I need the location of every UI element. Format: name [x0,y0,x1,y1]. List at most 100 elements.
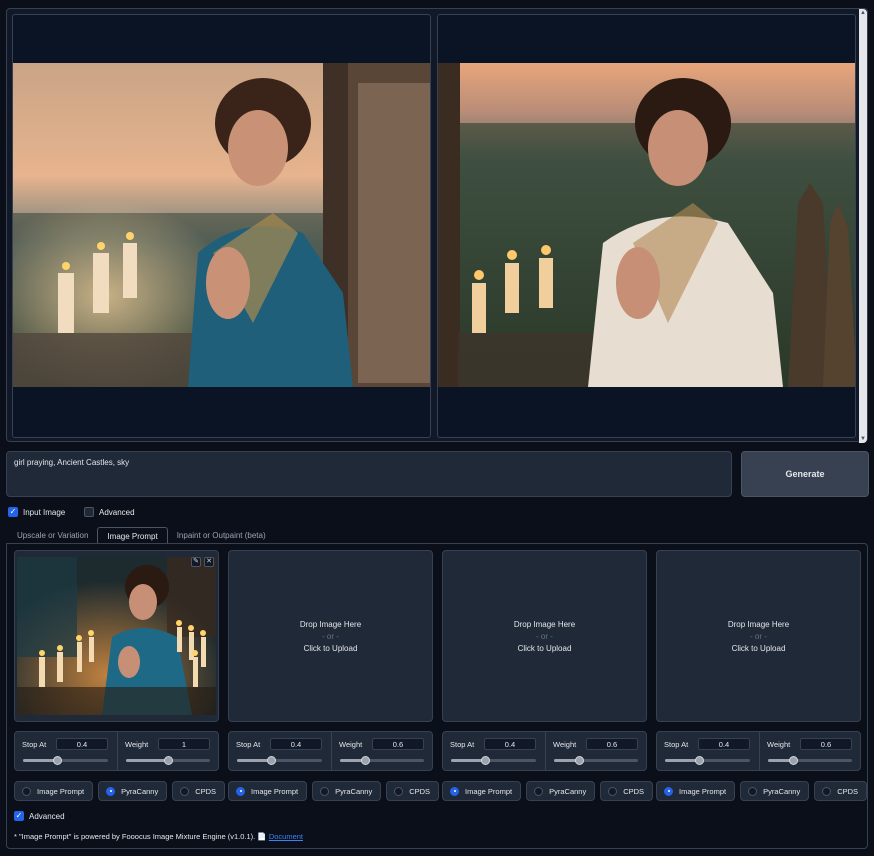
radio-dot[interactable] [534,786,544,796]
weight-slider-thumb[interactable] [164,756,173,765]
radio-image-prompt[interactable]: Image Prompt [442,781,522,801]
radio-pyracanny[interactable]: PyraCanny [740,781,810,801]
stop-at-slider[interactable] [665,756,750,765]
radio-image-prompt[interactable]: Image Prompt [228,781,308,801]
weight-slider[interactable] [340,756,424,765]
radio-dot[interactable] [106,786,116,796]
image-prompt-sliders-1: Stop At 0.4 Weight 1 [14,731,219,771]
tab-upscale-or-variation[interactable]: Upscale or Variation [8,527,97,544]
or-text: - or - [750,631,767,641]
weight-slider[interactable] [126,756,210,765]
gallery-image-2[interactable] [438,63,855,387]
weight-slider-thumb[interactable] [575,756,585,765]
gallery-image-1[interactable] [13,63,430,387]
radio-label: Image Prompt [37,786,85,796]
drop-image-text: Drop Image Here [727,619,790,629]
radio-cpds[interactable]: CPDS [386,781,440,801]
image-prompt-upload-2[interactable]: Drop Image Here - or - Click to Upload [228,550,433,722]
edit-icon[interactable]: ✎ [191,557,201,567]
tab-inpaint-or-outpaint[interactable]: Inpaint or Outpaint (beta) [168,527,275,544]
weight-slider-thumb[interactable] [789,756,799,765]
radio-cpds[interactable]: CPDS [814,781,868,801]
radio-image-prompt[interactable]: Image Prompt [14,781,94,801]
image-prompt-upload-1[interactable]: ✎ ✕ [14,550,219,722]
scroll-down-icon[interactable]: ▼ [860,436,866,442]
stop-at-slider[interactable] [23,756,108,765]
radio-pyracanny[interactable]: PyraCanny [98,781,168,801]
radio-label: Image Prompt [251,786,299,796]
drop-image-text: Drop Image Here [513,619,576,629]
stop-at-label: Stop At [236,740,261,749]
type-radio-group-2: Image Prompt PyraCanny CPDS [228,781,440,801]
stop-at-value[interactable]: 0.4 [484,738,536,750]
radio-dot[interactable] [748,786,758,796]
radio-pyracanny[interactable]: PyraCanny [526,781,596,801]
radio-dot[interactable] [236,786,245,796]
weight-label: Weight [767,740,791,749]
weight-value[interactable]: 0.6 [372,738,424,750]
stop-at-slider[interactable] [451,756,536,765]
radio-cpds[interactable]: CPDS [172,781,226,801]
stop-at-slider[interactable] [237,756,322,765]
type-radio-group-4: Image Prompt PyraCanny CPDS [656,781,868,801]
gallery-scrollbar[interactable]: ▲ ▼ [859,9,867,443]
close-icon[interactable]: ✕ [204,557,214,567]
stop-at-value[interactable]: 0.4 [56,738,108,750]
radio-label: PyraCanny [121,786,159,796]
weight-label: Weight [339,740,363,749]
prompt-input[interactable]: girl praying, Ancient Castles, sky [6,451,732,497]
advanced-image-prompt-checkbox[interactable]: ✓ [14,811,24,821]
advanced-option[interactable]: Advanced [84,506,135,518]
radio-dot[interactable] [822,786,832,796]
radio-dot[interactable] [664,786,673,796]
weight-value[interactable]: 1 [158,738,210,750]
image-prompt-thumbnail-1 [17,557,216,715]
drop-image-text: Drop Image Here [299,619,362,629]
advanced-checkbox[interactable] [84,507,94,517]
image-prompt-sliders-3: Stop At 0.4 Weight 0.6 [442,731,647,771]
tab-image-prompt[interactable]: Image Prompt [97,527,168,544]
weight-label: Weight [553,740,577,749]
generate-button[interactable]: Generate [741,451,869,497]
input-image-checkbox[interactable]: ✓ [8,507,18,517]
document-icon: 📄 [257,832,267,841]
weight-slider[interactable] [554,756,638,765]
image-prompt-upload-3[interactable]: Drop Image Here - or - Click to Upload [442,550,647,722]
stop-at-slider-thumb[interactable] [481,756,490,765]
weight-slider-thumb[interactable] [361,756,371,765]
advanced-image-prompt-option[interactable]: ✓ Advanced [14,810,65,822]
radio-dot[interactable] [394,786,404,796]
radio-dot[interactable] [180,786,190,796]
input-image-option[interactable]: ✓ Input Image [8,506,65,518]
radio-label: Image Prompt [679,786,727,796]
footnote-text: * "Image Prompt" is powered by Fooocus I… [14,832,256,841]
gallery-cell-2[interactable] [437,14,856,438]
weight-control: Weight 0.6 [331,732,432,770]
advanced-image-prompt-label: Advanced [29,811,65,821]
stop-at-control: Stop At 0.4 [229,732,330,770]
weight-value[interactable]: 0.6 [586,738,638,750]
stop-at-slider-thumb[interactable] [267,756,276,765]
stop-at-control: Stop At 0.4 [657,732,758,770]
click-to-upload-text: Click to Upload [517,643,572,653]
radio-pyracanny[interactable]: PyraCanny [312,781,382,801]
radio-image-prompt[interactable]: Image Prompt [656,781,736,801]
radio-cpds[interactable]: CPDS [600,781,654,801]
radio-dot[interactable] [320,786,330,796]
click-to-upload-text: Click to Upload [731,643,786,653]
document-link[interactable]: Document [269,832,303,841]
radio-dot[interactable] [22,786,31,796]
weight-value[interactable]: 0.6 [800,738,852,750]
stop-at-slider-thumb[interactable] [53,756,62,765]
radio-dot[interactable] [450,786,459,796]
stop-at-value[interactable]: 0.4 [270,738,322,750]
stop-at-slider-thumb[interactable] [695,756,704,765]
image-prompt-upload-4[interactable]: Drop Image Here - or - Click to Upload [656,550,861,722]
radio-label: CPDS [623,786,645,796]
gallery-cell-1[interactable] [12,14,431,438]
stop-at-value[interactable]: 0.4 [698,738,750,750]
radio-label: PyraCanny [549,786,587,796]
weight-slider[interactable] [768,756,852,765]
scroll-up-icon[interactable]: ▲ [860,10,866,16]
radio-dot[interactable] [608,786,618,796]
